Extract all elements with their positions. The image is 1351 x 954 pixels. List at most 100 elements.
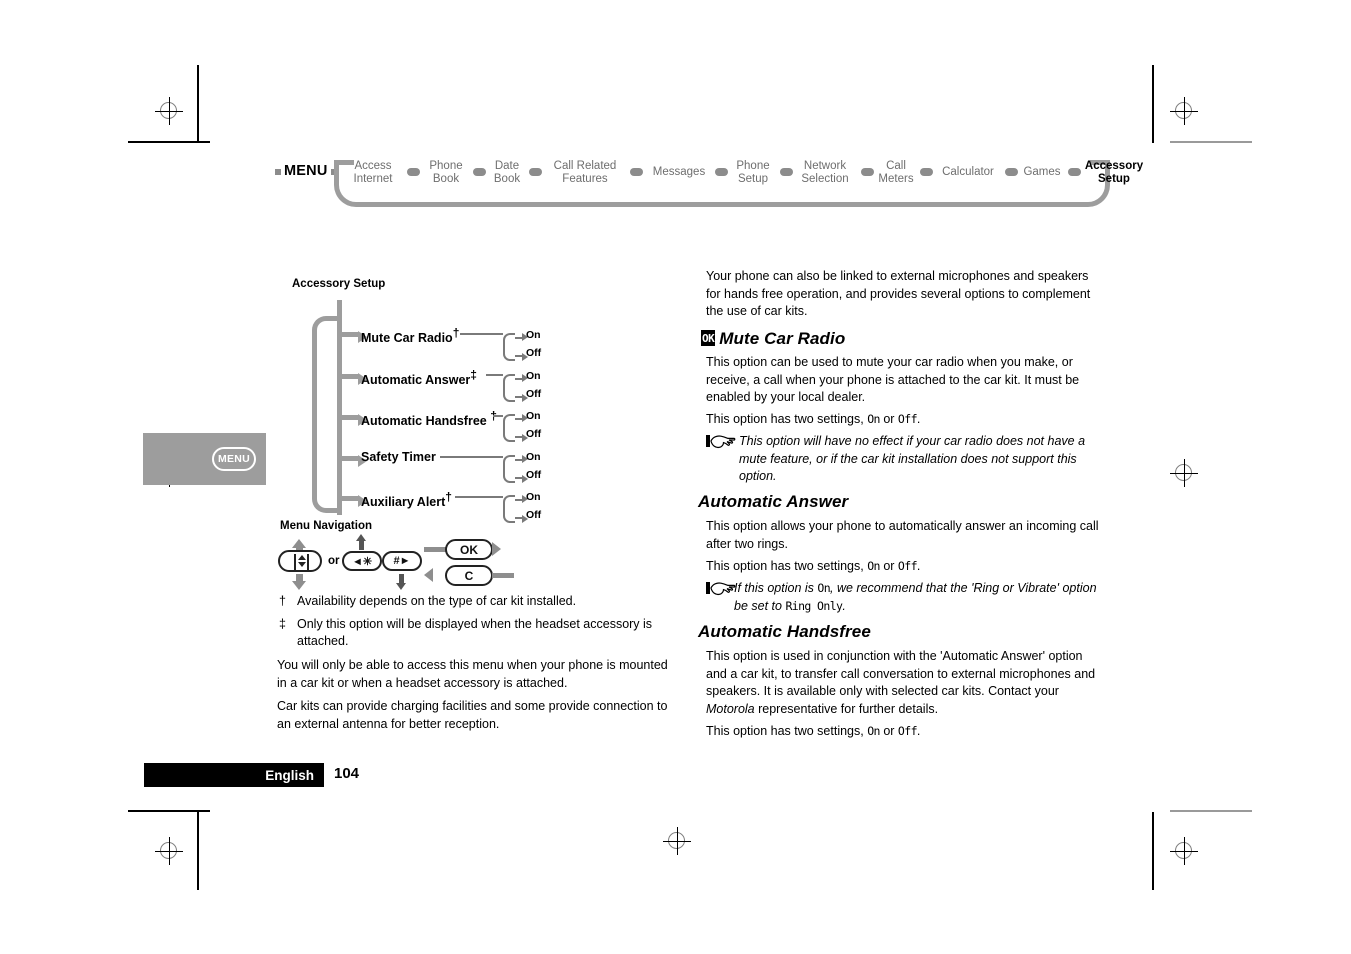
mute-car-radio-note-text: This option will have no effect if your … [739,434,1086,483]
tree-node-automatic-answer: Automatic Answer‡ [361,368,477,388]
settings-value-on-3: On [867,724,880,738]
settings-prefix-2: This option has two settings, [706,559,868,573]
tree-branch-5 [337,496,359,501]
tree-option-off-1: Off [526,347,542,359]
handsfree-body-part-a: This option is used in conjunction with … [706,649,1096,698]
mute-car-radio-body: This option can be used to mute your car… [706,355,1080,404]
tree-option-off-2: Off [526,388,542,400]
handsfree-body-part-b: representative for further details. [754,701,939,716]
crop-rule-bottom-right-v [1152,812,1154,890]
crop-rule-top-right-v [1152,65,1154,143]
menu-item-phone-setup[interactable]: Phone Setup [729,160,777,185]
settings-mid-2: or [879,559,898,573]
heading-mute-car-radio-text: Mute Car Radio [719,329,846,348]
tree-option-off-5: Off [526,509,542,521]
ok-key-icon[interactable]: OK [445,539,493,560]
automatic-handsfree-body: This option is used in conjunction with … [706,648,1106,718]
scroll-down-arrow-icon [292,574,306,590]
c-key-left-arrow-icon [424,568,433,582]
tree-connector-2 [486,374,503,376]
settings-value-on-1: On [867,412,880,426]
tree-node-safety-timer: Safety Timer [361,450,436,464]
footnote-dagger: † Availability depends on the type of ca… [279,593,689,610]
menu-marker-left [275,169,281,175]
registration-mark-bottom-right [1169,836,1199,866]
ok-key-right-arrow-icon [492,542,501,556]
tree-branch-3 [337,415,359,420]
nav-or-label: or [328,555,340,567]
footnote-dagger-text: Availability depends on the type of car … [297,594,577,608]
menu-item-access-internet[interactable]: Access Internet [342,160,404,185]
tree-option-on-5: On [526,491,541,503]
menu-separator-dot-9 [1005,168,1018,176]
footnote-double-dagger: ‡ Only this option will be displayed whe… [279,616,689,650]
tree-options-bracket-5 [503,495,528,523]
menu-item-network-selection[interactable]: Network Selection [792,160,858,185]
automatic-answer-note: If this option is On, we recommend that … [706,580,1110,615]
footnote-dagger-mark: † [279,594,286,608]
crop-rule-bottom-left-v [197,812,199,890]
menu-item-call-meters[interactable]: Call Meters [875,160,917,185]
right-intro-paragraph: Your phone can also be linked to externa… [706,269,1091,318]
tree-connector-1 [460,333,503,335]
menu-item-messages[interactable]: Messages [646,166,712,179]
volume-rocker-key-icon[interactable] [278,550,322,572]
settings-prefix-3: This option has two settings, [706,724,868,738]
menu-item-calculator[interactable]: Calculator [934,166,1002,179]
menu-item-phone-book[interactable]: Phone Book [422,160,470,185]
menu-tab-key-icon: MENU [212,447,256,471]
crop-rule-bottom-right-h [1170,810,1252,812]
note-part-c: . [842,598,846,613]
tree-branch-2 [337,374,359,379]
automatic-answer-note-text: If this option is On, we recommend that … [734,580,1110,615]
settings-value-off-1: Off [897,412,918,426]
tree-options-bracket-1 [503,333,528,361]
menu-separator-dot-2 [473,168,486,176]
menu-item-games[interactable]: Games [1019,166,1065,179]
tree-branch-1 [337,332,359,337]
tree-option-on-4: On [526,451,541,463]
heading-automatic-handsfree: Automatic Handsfree [698,622,871,641]
clear-key-icon[interactable]: C [445,565,493,586]
registration-mark-right-middle [1169,458,1199,488]
automatic-handsfree-settings: This option has two settings, On or Off. [706,723,1106,741]
registration-mark-bottom-center [662,826,692,856]
mute-car-radio-settings: This option has two settings, On or Off. [706,411,1106,429]
tree-title: Accessory Setup [292,278,386,290]
left-paragraph-1: You will only be able to access this men… [277,658,668,690]
tree-options-bracket-2 [503,374,528,402]
tree-connector-4 [440,456,503,458]
star-key-up-arrow-icon [356,534,366,550]
menu-item-call-related-features[interactable]: Call Related Features [543,160,627,185]
menu-separator-dot-7 [861,168,874,176]
tree-option-off-3: Off [526,428,542,440]
footer-language-bar: English [144,763,324,787]
tree-node-automatic-handsfree: Automatic Handsfree † [361,409,497,429]
settings-value-on-2: On [867,559,880,573]
mute-car-radio-note: This option will have no effect if your … [706,433,1106,486]
accessory-setup-tree: Mute Car Radio† Automatic Answer‡ Automa… [275,290,565,530]
c-key-line-right [492,573,514,578]
tree-options-bracket-3 [503,414,528,442]
menu-item-date-book[interactable]: Date Book [487,160,527,185]
menu-item-accessory-setup[interactable]: Accessory Setup [1079,160,1149,185]
menu-breadcrumb-bar: MENU Access Internet Phone Book Date Book C… [274,152,1143,207]
handsfree-brand-name: Motorola [706,701,755,716]
settings-mid-3: or [879,724,898,738]
settings-suffix-3: . [916,724,921,738]
tree-node-mute-car-radio: Mute Car Radio† [361,326,460,346]
tree-option-on-3: On [526,410,541,422]
menu-separator-dot-1 [407,168,420,176]
tree-option-on-1: On [526,329,541,341]
settings-value-off-2: Off [897,559,918,573]
menu-separator-dot-5 [715,168,728,176]
settings-suffix-1: . [916,412,921,426]
settings-mid-1: or [879,412,898,426]
star-key-icon[interactable]: ◄✳ [342,551,382,571]
tree-option-off-4: Off [526,469,542,481]
manual-page: MENU Access Internet Phone Book Date Book C… [0,0,1351,954]
settings-value-off-3: Off [897,724,918,738]
heading-automatic-answer: Automatic Answer [698,492,849,511]
hash-key-icon[interactable]: #► [382,551,422,571]
registration-mark-top-left [154,96,184,126]
